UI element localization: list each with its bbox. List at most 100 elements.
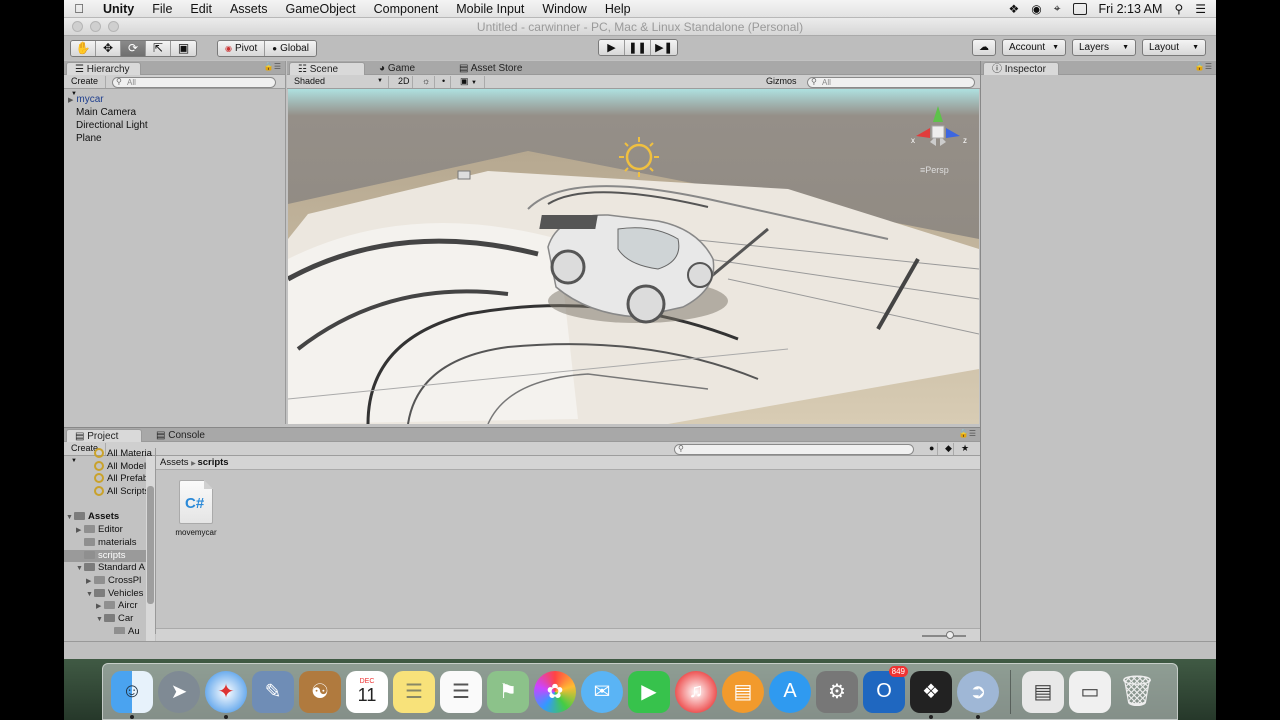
- scene-viewport[interactable]: x z ≡Persp: [288, 89, 979, 424]
- project-tree-item[interactable]: ▶ Aircr: [64, 600, 155, 613]
- project-tree-item[interactable]: ▼ Car: [64, 613, 155, 626]
- tab-game[interactable]: ◕ Game: [371, 62, 423, 75]
- system-preferences-icon[interactable]: ⚙: [816, 670, 858, 713]
- rotate-tool-button[interactable]: ⟳: [121, 40, 146, 56]
- preview-icon[interactable]: ✎: [252, 670, 294, 713]
- tab-inspector[interactable]: ⓘ Inspector: [983, 62, 1059, 75]
- scene-lighting-toggle[interactable]: ☼: [417, 76, 435, 88]
- hierarchy-create-dropdown[interactable]: Create ▼: [66, 76, 106, 97]
- scene-search-input[interactable]: ⚲ All: [807, 77, 975, 88]
- wifi-icon[interactable]: ⌖: [1054, 1, 1061, 16]
- trash-icon[interactable]: 🗑: [1116, 671, 1158, 713]
- menu-file[interactable]: File: [143, 2, 181, 16]
- facetime-icon[interactable]: ▶: [628, 670, 670, 713]
- project-tree-item[interactable]: All Prefabs: [64, 473, 155, 486]
- filter-by-type-button[interactable]: ●: [924, 443, 938, 455]
- menu-assets[interactable]: Assets: [221, 2, 277, 16]
- remote-desktop-icon[interactable]: ➲: [957, 670, 999, 719]
- lock-icon[interactable]: 🔒☰: [264, 62, 281, 71]
- menu-component[interactable]: Component: [365, 2, 448, 16]
- scene-audio-toggle[interactable]: •: [437, 76, 451, 88]
- downloads-stack-icon[interactable]: ▤: [1022, 670, 1064, 713]
- cloud-button[interactable]: ☁: [972, 39, 996, 56]
- spotlight-search-icon[interactable]: ⚲: [1174, 2, 1183, 16]
- asset-movemycar[interactable]: C# movemycar: [174, 480, 218, 537]
- hierarchy-item-mycar[interactable]: ▶ mycar: [64, 93, 285, 106]
- apple-menu-icon[interactable]: : [64, 1, 94, 16]
- tab-asset-store[interactable]: ▤ Asset Store: [451, 62, 530, 75]
- project-tree-item[interactable]: ▼ Vehicles: [64, 588, 155, 601]
- projection-mode-label[interactable]: ≡Persp: [920, 165, 949, 175]
- dropbox-icon[interactable]: ❖: [1009, 2, 1020, 16]
- project-tree-item[interactable]: All Scripts: [64, 486, 155, 499]
- notes-icon[interactable]: ☰: [393, 670, 435, 713]
- menu-gameobject[interactable]: GameObject: [276, 2, 364, 16]
- project-search-input[interactable]: ⚲: [674, 444, 914, 455]
- tab-scene[interactable]: ☷ Scene: [289, 62, 365, 75]
- tab-hierarchy[interactable]: ☰ Hierarchy: [66, 62, 141, 75]
- toggle-2d-button[interactable]: 2D: [393, 76, 413, 88]
- reminders-icon[interactable]: ☰: [440, 670, 482, 713]
- project-tree-item[interactable]: All Materia: [64, 448, 155, 461]
- lock-icon[interactable]: 🔒☰: [959, 429, 976, 438]
- outlook-icon[interactable]: O 849: [863, 665, 908, 713]
- launchpad-icon[interactable]: ➤: [158, 670, 200, 713]
- filter-by-label-button[interactable]: ◆: [940, 443, 954, 455]
- lock-icon[interactable]: 🔒☰: [1195, 62, 1212, 71]
- layout-dropdown[interactable]: Layout ▼: [1142, 39, 1206, 56]
- safari-icon[interactable]: ✦: [205, 670, 247, 719]
- menu-help[interactable]: Help: [596, 2, 640, 16]
- photos-icon[interactable]: ✿: [534, 670, 576, 713]
- scale-tool-button[interactable]: ⇱: [146, 40, 171, 56]
- documents-stack-icon[interactable]: ▭: [1069, 670, 1111, 713]
- tab-project[interactable]: ▤ Project: [66, 429, 142, 442]
- project-tree-item[interactable]: ▶ CrossPl: [64, 575, 155, 588]
- step-button[interactable]: ▶❚: [651, 40, 677, 55]
- battery-icon[interactable]: [1072, 2, 1087, 15]
- account-dropdown[interactable]: Account ▼: [1002, 39, 1066, 56]
- play-button[interactable]: ▶: [599, 40, 625, 55]
- finder-icon[interactable]: ☺: [111, 670, 153, 719]
- breadcrumb-scripts[interactable]: scripts: [197, 457, 228, 468]
- project-tree-item[interactable]: ▼ Assets: [64, 511, 155, 524]
- menu-unity[interactable]: Unity: [94, 2, 143, 16]
- calendar-icon[interactable]: DEC 11: [346, 670, 388, 713]
- project-tree-scrollbar[interactable]: [146, 456, 155, 642]
- menu-window[interactable]: Window: [533, 2, 595, 16]
- itunes-icon[interactable]: ♫: [675, 670, 717, 713]
- camera-icon[interactable]: ◉: [1031, 2, 1041, 16]
- project-tree-item[interactable]: All Models: [64, 460, 155, 474]
- project-tree-item[interactable]: Au: [64, 626, 155, 634]
- menu-edit[interactable]: Edit: [181, 2, 221, 16]
- breadcrumb-assets[interactable]: Assets: [160, 457, 189, 468]
- unity-icon[interactable]: ❖: [910, 670, 952, 719]
- rect-tool-button[interactable]: ▣: [171, 40, 196, 56]
- hierarchy-item-main-camera[interactable]: Main Camera: [64, 106, 285, 119]
- icon-size-slider[interactable]: [922, 631, 966, 639]
- project-tree-item[interactable]: ▼ Standard A: [64, 562, 155, 575]
- tab-console[interactable]: ▤ Console: [148, 429, 213, 442]
- move-tool-button[interactable]: ✥: [96, 40, 121, 56]
- global-toggle-button[interactable]: ● Global: [265, 40, 316, 56]
- project-tree-item[interactable]: scripts: [64, 549, 155, 563]
- pivot-toggle-button[interactable]: ◉ Pivot: [218, 40, 266, 56]
- hierarchy-item-plane[interactable]: Plane: [64, 132, 285, 145]
- gizmos-dropdown[interactable]: Gizmos ▼: [761, 76, 803, 97]
- favorites-button[interactable]: ★: [956, 443, 970, 455]
- maps-icon[interactable]: ⚑: [487, 670, 529, 713]
- pause-button[interactable]: ❚❚: [625, 40, 651, 55]
- layers-dropdown[interactable]: Layers ▼: [1072, 39, 1136, 56]
- contacts-icon[interactable]: ☯: [299, 670, 341, 713]
- scene-effects-dropdown[interactable]: ▣ ▼: [455, 76, 485, 88]
- menu-mobile-input[interactable]: Mobile Input: [447, 2, 533, 16]
- ibooks-icon[interactable]: ▤: [722, 670, 764, 713]
- messages-icon[interactable]: ✉: [581, 670, 623, 713]
- scrollbar-thumb[interactable]: [147, 486, 154, 604]
- hierarchy-search-input[interactable]: ⚲ All: [112, 77, 276, 88]
- shading-mode-dropdown[interactable]: Shaded ▼: [289, 76, 389, 88]
- hand-tool-button[interactable]: ✋: [71, 40, 96, 56]
- project-tree-item[interactable]: ▶ Editor: [64, 524, 155, 537]
- project-tree-item[interactable]: materials: [64, 537, 155, 550]
- app-store-icon[interactable]: A: [769, 670, 811, 713]
- hierarchy-item-directional-light[interactable]: Directional Light: [64, 119, 285, 132]
